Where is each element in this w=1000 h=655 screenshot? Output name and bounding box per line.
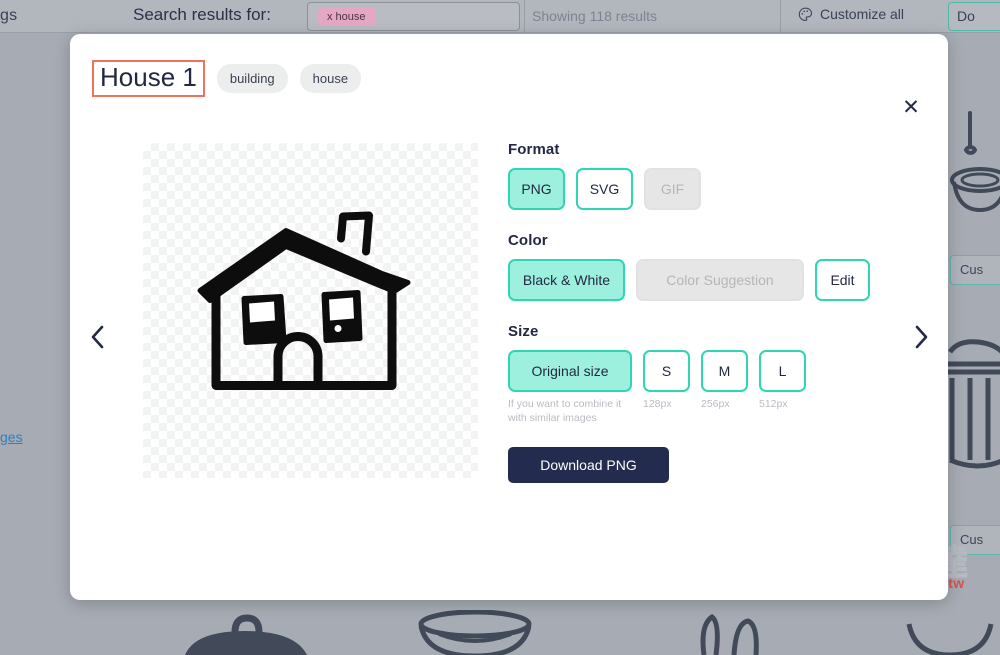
color-option-black-and-white[interactable]: Black & White: [508, 259, 625, 301]
divider: [524, 0, 525, 33]
download-button[interactable]: Download PNG: [508, 447, 669, 484]
size-cell-s: S 128px: [643, 350, 690, 412]
format-section: Format PNG SVG GIF: [508, 141, 908, 210]
search-input[interactable]: x house: [307, 2, 520, 31]
size-option-original[interactable]: Original size: [508, 350, 632, 392]
page-title: House 1: [92, 60, 205, 98]
format-option-png[interactable]: PNG: [508, 168, 565, 210]
side-customize-button-1[interactable]: Cus: [950, 255, 1000, 285]
size-caption-s: 128px: [643, 398, 672, 410]
toilet-clipart: [950, 111, 1000, 213]
size-section: Size Original size If you want to combin…: [508, 323, 908, 425]
chevron-right-icon[interactable]: [904, 317, 938, 357]
color-section: Color Black & White Color Suggestion Edi…: [508, 232, 908, 301]
divider: [780, 0, 781, 33]
format-option-gif: GIF: [644, 168, 701, 210]
basket-clipart: [418, 610, 532, 655]
size-caption-l: 512px: [759, 398, 788, 410]
side-customize-button-2[interactable]: Cus: [950, 525, 1000, 555]
size-label: Size: [508, 323, 539, 340]
chevron-left-glyph: [91, 325, 103, 349]
background-left-fragment: gs: [0, 7, 18, 24]
title-row: House 1 building house: [92, 60, 362, 98]
size-caption-m: 256px: [701, 398, 730, 410]
options-panel: Format PNG SVG GIF Color Black & White C…: [508, 141, 908, 484]
chevron-left-icon[interactable]: [80, 317, 114, 357]
close-icon[interactable]: ✕: [896, 92, 926, 122]
color-options: Black & White Color Suggestion Edit: [508, 259, 908, 301]
palette-icon: [798, 7, 813, 21]
search-results-label: Search results for:: [133, 5, 271, 24]
tag-house[interactable]: house: [299, 64, 362, 94]
asset-preview: [143, 143, 478, 478]
tag-building[interactable]: building: [216, 64, 288, 94]
background-download-button[interactable]: Do: [948, 2, 1000, 31]
format-label: Format: [508, 141, 560, 158]
format-options: PNG SVG GIF: [508, 168, 908, 210]
color-label: Color: [508, 232, 548, 249]
size-option-m[interactable]: M: [701, 350, 748, 392]
bowl-clipart: [906, 623, 994, 655]
search-tag-house[interactable]: x house: [318, 8, 375, 26]
chevron-right-glyph: [915, 325, 927, 349]
pot-lid-clipart: [185, 614, 307, 655]
size-option-s[interactable]: S: [643, 350, 690, 392]
asset-detail-modal: ✕ House 1 building house Format PNG SVG …: [70, 34, 948, 600]
size-cell-l: L 512px: [759, 350, 806, 412]
customize-all-button[interactable]: Customize all: [798, 6, 904, 22]
size-options: Original size If you want to combine it …: [508, 350, 908, 425]
size-cell-original: Original size If you want to combine it …: [508, 350, 632, 425]
size-cell-m: M 256px: [701, 350, 748, 412]
utensil-clipart: [700, 613, 759, 655]
customize-all-label: Customize all: [820, 6, 905, 22]
trash-can-clipart: [946, 339, 1000, 469]
results-count-text: Showing 118 results: [532, 8, 658, 24]
background-link-fragment[interactable]: ges: [0, 429, 23, 445]
size-caption-original: If you want to combine it with similar i…: [508, 398, 622, 424]
size-option-l[interactable]: L: [759, 350, 806, 392]
color-option-edit[interactable]: Edit: [815, 259, 870, 301]
color-option-color-suggestion: Color Suggestion: [636, 259, 804, 301]
hand-drawn-house-icon: [197, 211, 410, 390]
format-option-svg[interactable]: SVG: [576, 168, 633, 210]
